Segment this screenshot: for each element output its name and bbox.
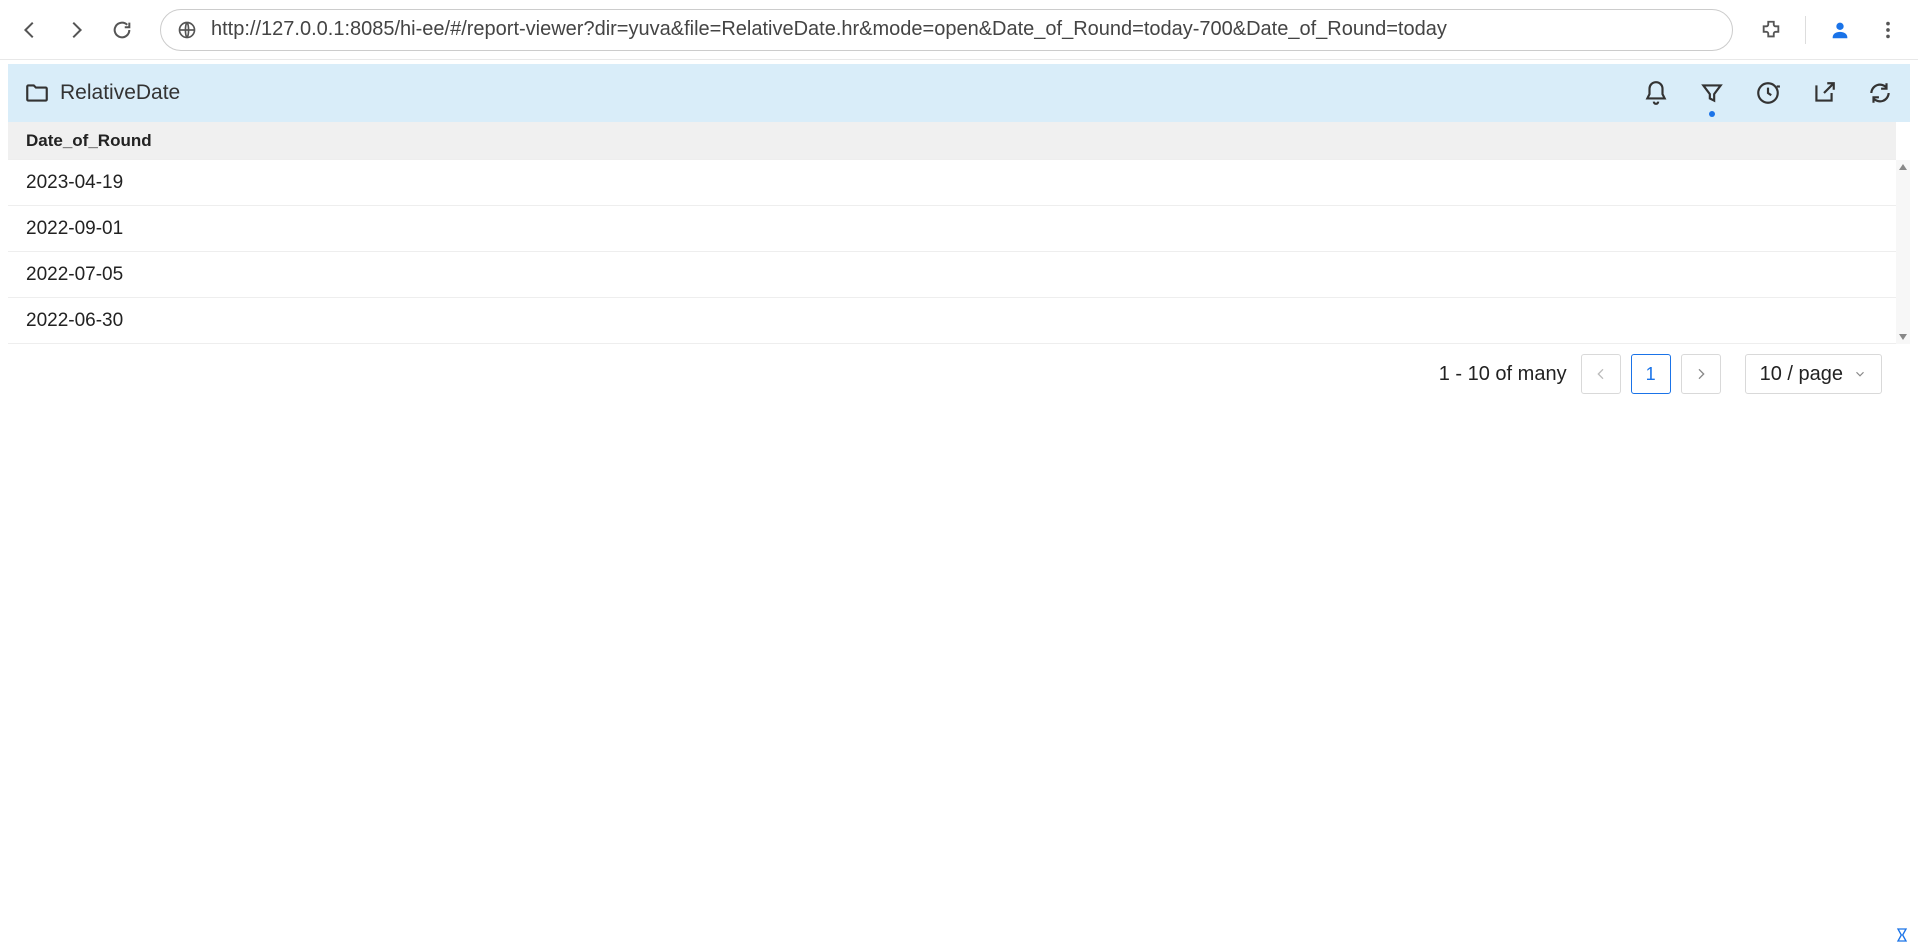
page-size-select[interactable]: 10 / page [1745,354,1882,394]
page-number-button[interactable]: 1 [1631,354,1671,394]
table-row[interactable]: 2022-07-05 [8,252,1896,298]
chevron-down-icon [1853,367,1867,381]
cell-value: 2022-09-01 [26,218,123,240]
url-bar[interactable]: http://127.0.0.1:8085/hi-ee/#/report-vie… [160,9,1733,51]
schedule-button[interactable] [1754,79,1782,107]
filter-button[interactable] [1698,79,1726,107]
cell-value: 2023-04-19 [26,172,123,194]
table-row[interactable]: 2022-09-01 [8,206,1896,252]
report-content: Date_of_Round 2023-04-19 2022-09-01 2022… [8,122,1910,344]
refresh-button[interactable] [1866,79,1894,107]
back-button[interactable] [10,10,50,50]
vertical-scrollbar[interactable] [1896,160,1910,344]
filter-active-indicator [1709,111,1715,117]
prev-page-button[interactable] [1581,354,1621,394]
app-header: RelativeDate [8,64,1910,122]
cell-value: 2022-07-05 [26,264,123,286]
column-header[interactable]: Date_of_Round [8,122,1896,160]
table-row[interactable]: 2023-04-19 [8,160,1896,206]
pagination: 1 - 10 of many 1 10 / page [8,344,1910,394]
page-size-label: 10 / page [1760,363,1843,386]
menu-button[interactable] [1868,10,1908,50]
page-title: RelativeDate [60,81,180,105]
forward-button[interactable] [56,10,96,50]
export-button[interactable] [1810,79,1838,107]
column-header-label: Date_of_Round [26,131,152,151]
browser-toolbar: http://127.0.0.1:8085/hi-ee/#/report-vie… [0,0,1918,60]
folder-icon [24,80,50,106]
toolbar-divider [1805,16,1806,44]
pagination-range: 1 - 10 of many [1439,363,1567,386]
profile-button[interactable] [1820,10,1860,50]
extensions-button[interactable] [1751,10,1791,50]
url-text: http://127.0.0.1:8085/hi-ee/#/report-vie… [211,18,1447,41]
table-row[interactable]: 2022-06-30 [8,298,1896,344]
notifications-button[interactable] [1642,79,1670,107]
scroll-up-icon[interactable] [1896,160,1910,174]
scroll-down-icon[interactable] [1896,330,1910,344]
globe-icon [177,20,197,40]
reload-button[interactable] [102,10,142,50]
page-number-label: 1 [1646,364,1656,385]
cell-value: 2022-06-30 [26,310,123,332]
next-page-button[interactable] [1681,354,1721,394]
loading-indicator-icon [1894,927,1910,943]
